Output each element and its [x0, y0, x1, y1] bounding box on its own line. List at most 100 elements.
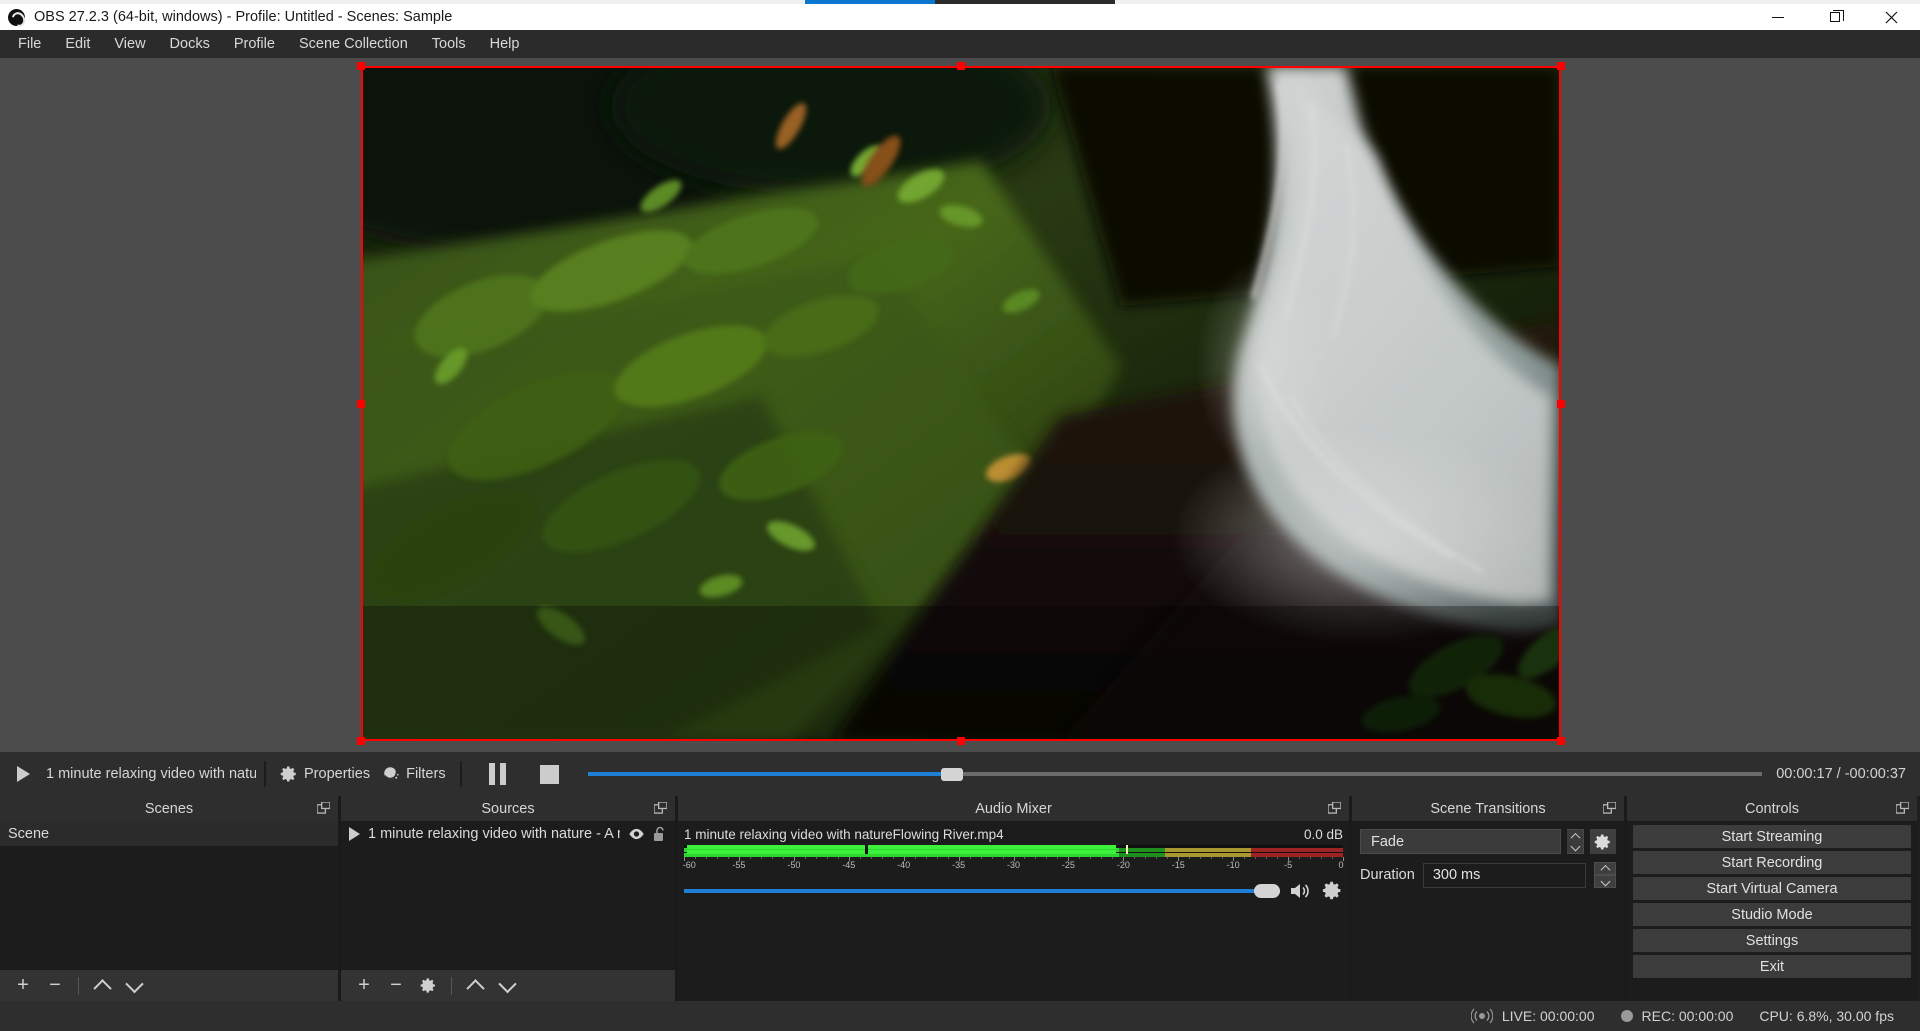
- resize-handle-top-left[interactable]: [357, 62, 365, 70]
- db-tick-label: -10: [1227, 860, 1240, 870]
- media-stop-button[interactable]: [526, 765, 574, 784]
- duration-label: Duration: [1360, 867, 1415, 883]
- db-minor-tick: [717, 857, 718, 859]
- close-icon: [1885, 11, 1898, 24]
- resize-handle-bottom-right[interactable]: [1557, 737, 1565, 745]
- move-scene-up-button[interactable]: [87, 973, 117, 999]
- meter-peak: [1126, 845, 1128, 854]
- move-scene-down-button[interactable]: [119, 973, 149, 999]
- db-minor-tick: [1112, 857, 1113, 859]
- audio-track-header: 1 minute relaxing video with natureFlowi…: [684, 827, 1343, 842]
- undock-icon[interactable]: [1896, 802, 1909, 814]
- db-tick-label: -55: [732, 860, 745, 870]
- volume-handle[interactable]: [1254, 884, 1280, 898]
- restore-icon: [1830, 12, 1840, 22]
- menu-docks[interactable]: Docks: [158, 32, 222, 56]
- add-source-button[interactable]: +: [349, 973, 379, 999]
- undock-icon[interactable]: [317, 802, 330, 814]
- undock-icon[interactable]: [1603, 802, 1616, 814]
- start-virtual-camera-button[interactable]: Start Virtual Camera: [1633, 877, 1911, 900]
- scenes-toolbar: + −: [0, 969, 338, 1001]
- menu-edit[interactable]: Edit: [53, 32, 102, 56]
- db-minor-tick: [1046, 857, 1047, 859]
- studio-mode-button[interactable]: Studio Mode: [1633, 903, 1911, 926]
- db-minor-tick: [860, 857, 861, 859]
- exit-button[interactable]: Exit: [1633, 955, 1911, 978]
- db-minor-tick: [1200, 857, 1201, 859]
- preview-area[interactable]: [0, 58, 1920, 752]
- seek-handle[interactable]: [941, 768, 963, 781]
- close-button[interactable]: [1863, 4, 1920, 30]
- filters-button[interactable]: Filters: [376, 761, 451, 787]
- volume-track: [684, 889, 1280, 893]
- preview-canvas[interactable]: [361, 66, 1561, 741]
- source-properties-button[interactable]: [413, 973, 443, 999]
- menu-view[interactable]: View: [102, 32, 157, 56]
- db-minor-tick: [1090, 857, 1091, 859]
- scene-list-item[interactable]: Scene: [0, 821, 338, 846]
- gear-icon[interactable]: [1322, 880, 1343, 901]
- duration-increment[interactable]: [1594, 862, 1616, 875]
- remove-scene-button[interactable]: −: [40, 973, 70, 999]
- transition-spinner[interactable]: [1567, 829, 1584, 854]
- db-minor-tick: [816, 857, 817, 859]
- db-tick-label: -30: [1007, 860, 1020, 870]
- db-minor-tick: [937, 857, 938, 859]
- start-streaming-button[interactable]: Start Streaming: [1633, 825, 1911, 848]
- resize-handle-top-center[interactable]: [957, 62, 965, 70]
- minimize-button[interactable]: [1749, 4, 1806, 30]
- eye-icon[interactable]: [628, 828, 645, 840]
- remove-source-button[interactable]: −: [381, 973, 411, 999]
- gear-icon: [1594, 833, 1612, 851]
- move-source-up-button[interactable]: [460, 973, 490, 999]
- rec-status: REC: 00:00:00: [1621, 1008, 1734, 1024]
- db-minor-tick: [772, 857, 773, 859]
- transition-properties-button[interactable]: [1590, 829, 1616, 854]
- duration-decrement[interactable]: [1594, 875, 1616, 888]
- db-minor-tick: [1035, 857, 1036, 859]
- source-list-item[interactable]: 1 minute relaxing video with nature - A …: [341, 821, 675, 846]
- video-source-render: [361, 66, 1561, 741]
- separator: [460, 761, 462, 787]
- resize-handle-top-right[interactable]: [1557, 62, 1565, 70]
- db-minor-tick: [805, 857, 806, 859]
- properties-button[interactable]: Properties: [274, 761, 376, 787]
- unlock-icon[interactable]: [653, 826, 667, 842]
- chevron-up-icon: [466, 979, 484, 997]
- transition-select[interactable]: Fade: [1360, 829, 1561, 854]
- db-minor-tick: [838, 857, 839, 859]
- start-recording-button[interactable]: Start Recording: [1633, 851, 1911, 874]
- resize-handle-middle-left[interactable]: [357, 400, 365, 408]
- menu-scene-collection[interactable]: Scene Collection: [287, 32, 420, 56]
- resize-handle-bottom-left[interactable]: [357, 737, 365, 745]
- duration-input[interactable]: 300 ms: [1423, 863, 1586, 888]
- media-pause-button[interactable]: [470, 763, 526, 785]
- undock-icon[interactable]: [654, 802, 667, 814]
- move-source-down-button[interactable]: [492, 973, 522, 999]
- media-seek-slider[interactable]: [588, 764, 1763, 784]
- db-minor-tick: [1255, 857, 1256, 859]
- resize-handle-middle-right[interactable]: [1557, 400, 1565, 408]
- menu-file[interactable]: File: [6, 32, 53, 56]
- controls-dock: Controls Start Streaming Start Recording…: [1627, 796, 1917, 1001]
- undock-icon[interactable]: [1328, 802, 1341, 814]
- volume-slider[interactable]: [684, 884, 1280, 898]
- minimize-icon: [1772, 17, 1784, 18]
- resize-handle-bottom-center[interactable]: [957, 737, 965, 745]
- db-minor-tick: [1310, 857, 1311, 859]
- duration-stepper[interactable]: [1594, 862, 1616, 888]
- menu-profile[interactable]: Profile: [222, 32, 287, 56]
- scenes-list[interactable]: Scene: [0, 821, 338, 969]
- speaker-icon[interactable]: [1289, 881, 1313, 901]
- menu-tools[interactable]: Tools: [420, 32, 478, 56]
- stop-icon: [540, 765, 559, 784]
- sources-list[interactable]: 1 minute relaxing video with nature - A …: [341, 821, 675, 969]
- sources-dock-title: Sources: [341, 796, 675, 821]
- menu-help[interactable]: Help: [478, 32, 532, 56]
- media-play-button[interactable]: [0, 766, 46, 782]
- maximize-button[interactable]: [1806, 4, 1863, 30]
- add-scene-button[interactable]: +: [8, 973, 38, 999]
- separator: [264, 761, 266, 787]
- settings-button[interactable]: Settings: [1633, 929, 1911, 952]
- live-time: LIVE: 00:00:00: [1502, 1008, 1595, 1024]
